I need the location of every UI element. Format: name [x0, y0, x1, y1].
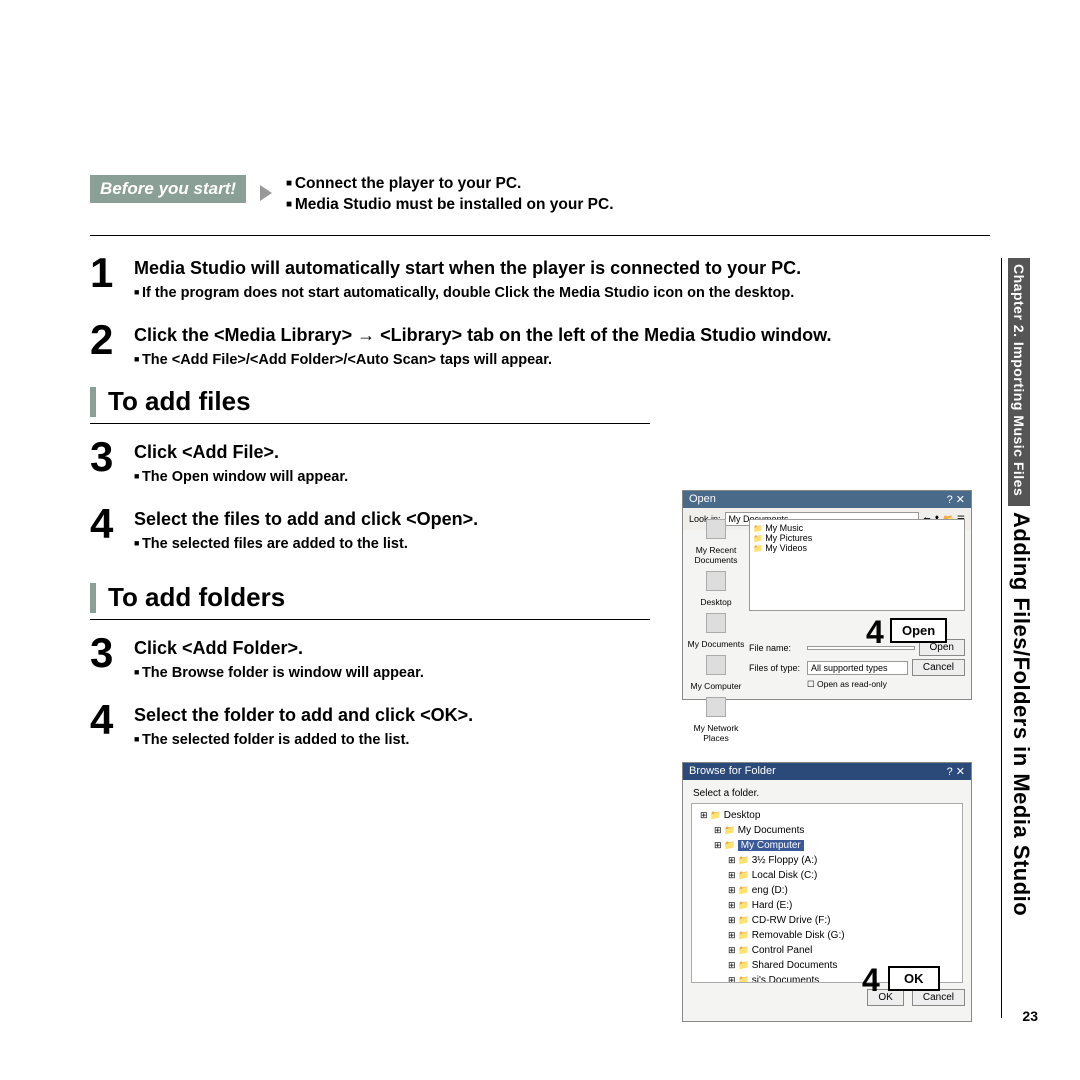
list-item[interactable]: My Music: [753, 523, 961, 533]
step-sub: The Open window will appear.: [134, 469, 348, 485]
open-callout: Open: [890, 618, 947, 643]
cancel-button[interactable]: Cancel: [912, 659, 965, 676]
step-2: 2 Click the <Media Library> → <Library> …: [90, 319, 990, 368]
step-number: 4: [90, 503, 116, 552]
step-number: 3: [90, 632, 116, 681]
section-bar-icon: [90, 387, 96, 417]
folder-icon: [706, 571, 726, 591]
step-text: Click <Add Folder>.: [134, 638, 424, 659]
before-you-start: Before you start! Connect the player to …: [90, 175, 990, 217]
tree-item[interactable]: Hard (E:): [728, 898, 954, 913]
step-text: Select the folder to add and click <OK>.: [134, 705, 473, 726]
step-sub: The selected folder is added to the list…: [134, 732, 409, 748]
page-title: Adding Files/Folders in Media Studio: [1008, 512, 1034, 916]
tree-item[interactable]: My Documents: [714, 823, 954, 838]
dialog-title: Browse for Folder: [689, 765, 776, 778]
step-sub: The selected files are added to the list…: [134, 536, 408, 552]
chapter-label: Chapter 2. Importing Music Files: [1008, 258, 1030, 506]
sidebar-rule: [1001, 258, 1002, 1018]
tree-item[interactable]: Control Panel: [728, 943, 954, 958]
filename-label: File name:: [749, 643, 803, 653]
step-text: Media Studio will automatically start wh…: [134, 258, 801, 279]
before-item: Connect the player to your PC.: [286, 175, 613, 193]
dialog-title: Open: [689, 493, 716, 506]
files-step-3: 3 Click <Add File>. The Open window will…: [90, 436, 990, 485]
tree-item[interactable]: CD-RW Drive (F:): [728, 913, 954, 928]
callout-number: 4: [866, 614, 884, 651]
step-text: Select the files to add and click <Open>…: [134, 509, 478, 530]
list-item[interactable]: My Videos: [753, 543, 961, 553]
step-text: Click the <Media Library> → <Library> ta…: [134, 325, 831, 346]
folder-tree[interactable]: DesktopMy DocumentsMy Computer3½ Floppy …: [691, 803, 963, 983]
page-number: 23: [1022, 1008, 1038, 1024]
dialog-instruction: Select a folder.: [683, 780, 971, 803]
tree-item[interactable]: eng (D:): [728, 883, 954, 898]
dialog-titlebar: Open ? ✕: [683, 491, 971, 508]
folders-step-4: 4 Select the folder to add and click <OK…: [90, 699, 990, 748]
tree-item[interactable]: 3½ Floppy (A:): [728, 853, 954, 868]
folder-icon: [706, 613, 726, 633]
section-title: To add files: [108, 386, 251, 417]
arrow-icon: [260, 185, 272, 201]
filetype-label: Files of type:: [749, 663, 803, 673]
divider: [90, 619, 650, 620]
close-icon[interactable]: ? ✕: [947, 765, 965, 778]
tree-item[interactable]: Local Disk (C:): [728, 868, 954, 883]
file-list[interactable]: My Music My Pictures My Videos: [749, 519, 965, 611]
step-text: Click <Add File>.: [134, 442, 348, 463]
sidebar: Chapter 2. Importing Music Files Adding …: [1008, 258, 1038, 978]
divider: [90, 423, 650, 424]
section-heading-files: To add files: [90, 386, 990, 417]
open-dialog-screenshot: Open ? ✕ Look in: My Documents ⬅ ⬆ 📂 ☰ M…: [682, 490, 972, 700]
divider: [90, 235, 990, 236]
folder-icon: [706, 697, 726, 717]
tree-item[interactable]: Desktop: [700, 808, 954, 823]
callout-number: 4: [862, 962, 880, 999]
cancel-button[interactable]: Cancel: [912, 989, 965, 1006]
step-sub: The Browse folder is window will appear.: [134, 665, 424, 681]
step-1: 1 Media Studio will automatically start …: [90, 252, 990, 301]
step-sub: If the program does not start automatica…: [134, 285, 794, 301]
section-bar-icon: [90, 583, 96, 613]
readonly-check[interactable]: ☐ Open as read-only: [807, 679, 887, 690]
step-number: 4: [90, 699, 116, 748]
step-number: 1: [90, 252, 116, 301]
places-bar[interactable]: My Recent Documents Desktop My Documents…: [687, 519, 745, 749]
step-number: 2: [90, 319, 116, 368]
folder-icon: [706, 519, 726, 539]
step-sub: The <Add File>/<Add Folder>/<Auto Scan> …: [134, 352, 552, 368]
list-item[interactable]: My Pictures: [753, 533, 961, 543]
dialog-titlebar: Browse for Folder ? ✕: [683, 763, 971, 780]
before-badge: Before you start!: [90, 175, 246, 203]
before-item: Media Studio must be installed on your P…: [286, 196, 613, 214]
filename-input[interactable]: [807, 646, 915, 650]
filetype-combo[interactable]: All supported types: [807, 661, 908, 675]
tree-item[interactable]: Removable Disk (G:): [728, 928, 954, 943]
ok-callout: OK: [888, 966, 940, 991]
section-title: To add folders: [108, 582, 285, 613]
tree-item[interactable]: My Computer: [714, 838, 954, 853]
folder-icon: [706, 655, 726, 675]
step-number: 3: [90, 436, 116, 485]
close-icon[interactable]: ? ✕: [947, 493, 965, 506]
